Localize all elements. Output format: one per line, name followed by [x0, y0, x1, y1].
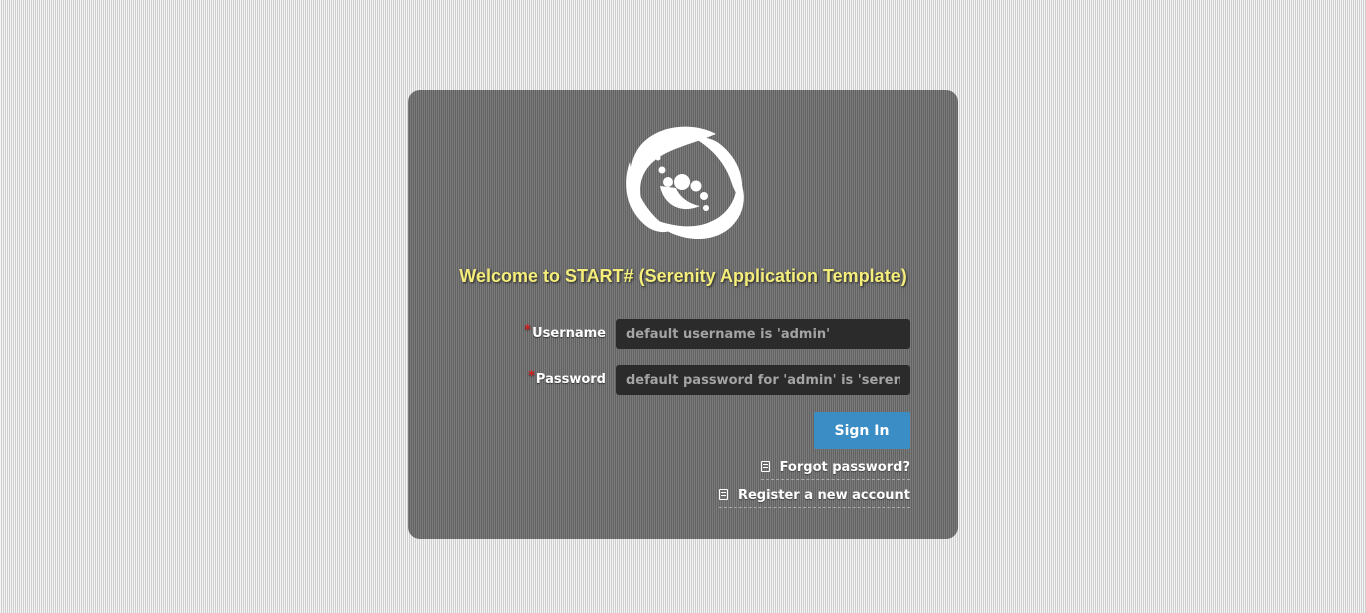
register-label: Register a new account — [737, 488, 910, 503]
password-label: *Password — [528, 365, 606, 395]
forgot-password-label: Forgot password? — [779, 460, 910, 475]
welcome-title: Welcome to START# (Serenity Application … — [459, 266, 907, 286]
username-input[interactable] — [616, 319, 910, 349]
sign-in-button[interactable]: Sign In — [814, 412, 910, 449]
register-link[interactable]: Register a new account — [718, 487, 910, 508]
required-marker: * — [524, 323, 532, 338]
document-icon — [760, 461, 770, 472]
forgot-password-link[interactable]: Forgot password? — [760, 459, 910, 480]
username-label-text: Username — [532, 326, 606, 341]
password-input[interactable] — [616, 365, 910, 395]
login-panel: Welcome to START# (Serenity Application … — [408, 90, 958, 539]
serenity-logo-icon — [626, 126, 744, 240]
required-marker: * — [528, 369, 535, 384]
password-label-text: Password — [535, 372, 606, 387]
document-icon — [718, 489, 728, 500]
username-label: *Username — [524, 319, 606, 349]
password-row: *Password — [408, 365, 958, 395]
username-row: *Username — [408, 319, 958, 349]
